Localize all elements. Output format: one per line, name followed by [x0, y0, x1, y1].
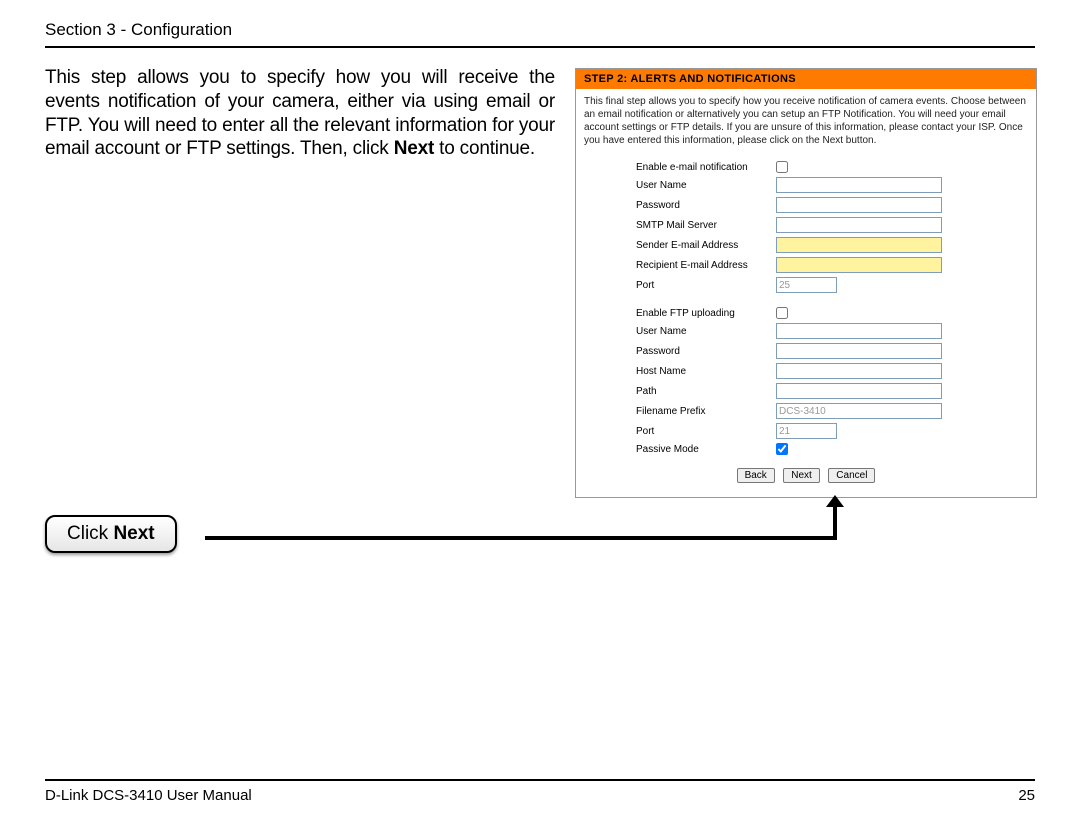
input-ftp-host[interactable]	[776, 363, 942, 379]
row-enable-email: Enable e-mail notification	[576, 159, 1036, 175]
back-button[interactable]: Back	[737, 468, 775, 483]
input-ftp-path[interactable]	[776, 383, 942, 399]
checkbox-enable-email[interactable]	[776, 161, 788, 173]
input-ftp-user[interactable]	[776, 323, 942, 339]
label-ftp-prefix: Filename Prefix	[636, 406, 776, 417]
row-email-user: User Name	[576, 175, 1036, 195]
row-email-port: Port	[576, 275, 1036, 295]
callout-arrow-vertical	[833, 505, 837, 540]
label-email-user: User Name	[636, 180, 776, 191]
callout-line	[205, 536, 837, 540]
callout-t1: Click	[67, 523, 113, 544]
input-email-user[interactable]	[776, 177, 942, 193]
checkbox-enable-ftp[interactable]	[776, 307, 788, 319]
row-recipient: Recipient E-mail Address	[576, 255, 1036, 275]
label-email-pass: Password	[636, 200, 776, 211]
cancel-button[interactable]: Cancel	[828, 468, 875, 483]
label-enable-ftp: Enable FTP uploading	[636, 308, 776, 319]
row-ftp-user: User Name	[576, 321, 1036, 341]
label-ftp-path: Path	[636, 386, 776, 397]
intro-bold: Next	[394, 138, 434, 159]
row-ftp-host: Host Name	[576, 361, 1036, 381]
input-sender[interactable]	[776, 237, 942, 253]
row-ftp-pass: Password	[576, 341, 1036, 361]
intro-t2: to continue.	[434, 138, 535, 159]
callout-pill: Click Next	[45, 515, 177, 553]
row-ftp-prefix: Filename Prefix	[576, 401, 1036, 421]
form-area: Enable e-mail notification User Name Pas…	[576, 155, 1036, 497]
label-recipient: Recipient E-mail Address	[636, 260, 776, 271]
button-row: Back Next Cancel	[576, 457, 1036, 493]
label-passive: Passive Mode	[636, 444, 776, 455]
row-ftp-path: Path	[576, 381, 1036, 401]
label-enable-email: Enable e-mail notification	[636, 162, 776, 173]
label-ftp-user: User Name	[636, 326, 776, 337]
row-passive: Passive Mode	[576, 441, 1036, 457]
panel-description: This final step allows you to specify ho…	[576, 89, 1036, 155]
label-sender: Sender E-mail Address	[636, 240, 776, 251]
label-smtp: SMTP Mail Server	[636, 220, 776, 231]
label-email-port: Port	[636, 280, 776, 291]
row-sender: Sender E-mail Address	[576, 235, 1036, 255]
footer-rule	[45, 779, 1035, 781]
page-number: 25	[1018, 787, 1035, 804]
section-title: Section 3 - Configuration	[45, 20, 1035, 40]
row-smtp: SMTP Mail Server	[576, 215, 1036, 235]
input-ftp-prefix[interactable]	[776, 403, 942, 419]
callout-bold: Next	[113, 523, 154, 544]
input-ftp-port[interactable]	[776, 423, 837, 439]
input-recipient[interactable]	[776, 257, 942, 273]
input-ftp-pass[interactable]	[776, 343, 942, 359]
callout-arrowhead-icon	[826, 495, 844, 507]
wizard-panel: STEP 2: ALERTS AND NOTIFICATIONS This fi…	[575, 68, 1037, 498]
row-email-pass: Password	[576, 195, 1036, 215]
header-rule	[45, 46, 1035, 48]
footer: D-Link DCS-3410 User Manual 25	[45, 779, 1035, 804]
panel-title: STEP 2: ALERTS AND NOTIFICATIONS	[576, 69, 1036, 89]
input-email-port[interactable]	[776, 277, 837, 293]
footer-left: D-Link DCS-3410 User Manual	[45, 787, 252, 804]
callout: Click Next	[45, 515, 177, 553]
label-ftp-host: Host Name	[636, 366, 776, 377]
checkbox-passive[interactable]	[776, 443, 788, 455]
label-ftp-port: Port	[636, 426, 776, 437]
intro-paragraph: This step allows you to specify how you …	[45, 66, 555, 161]
input-email-pass[interactable]	[776, 197, 942, 213]
row-ftp-port: Port	[576, 421, 1036, 441]
row-enable-ftp: Enable FTP uploading	[576, 305, 1036, 321]
label-ftp-pass: Password	[636, 346, 776, 357]
next-button[interactable]: Next	[783, 468, 820, 483]
input-smtp[interactable]	[776, 217, 942, 233]
